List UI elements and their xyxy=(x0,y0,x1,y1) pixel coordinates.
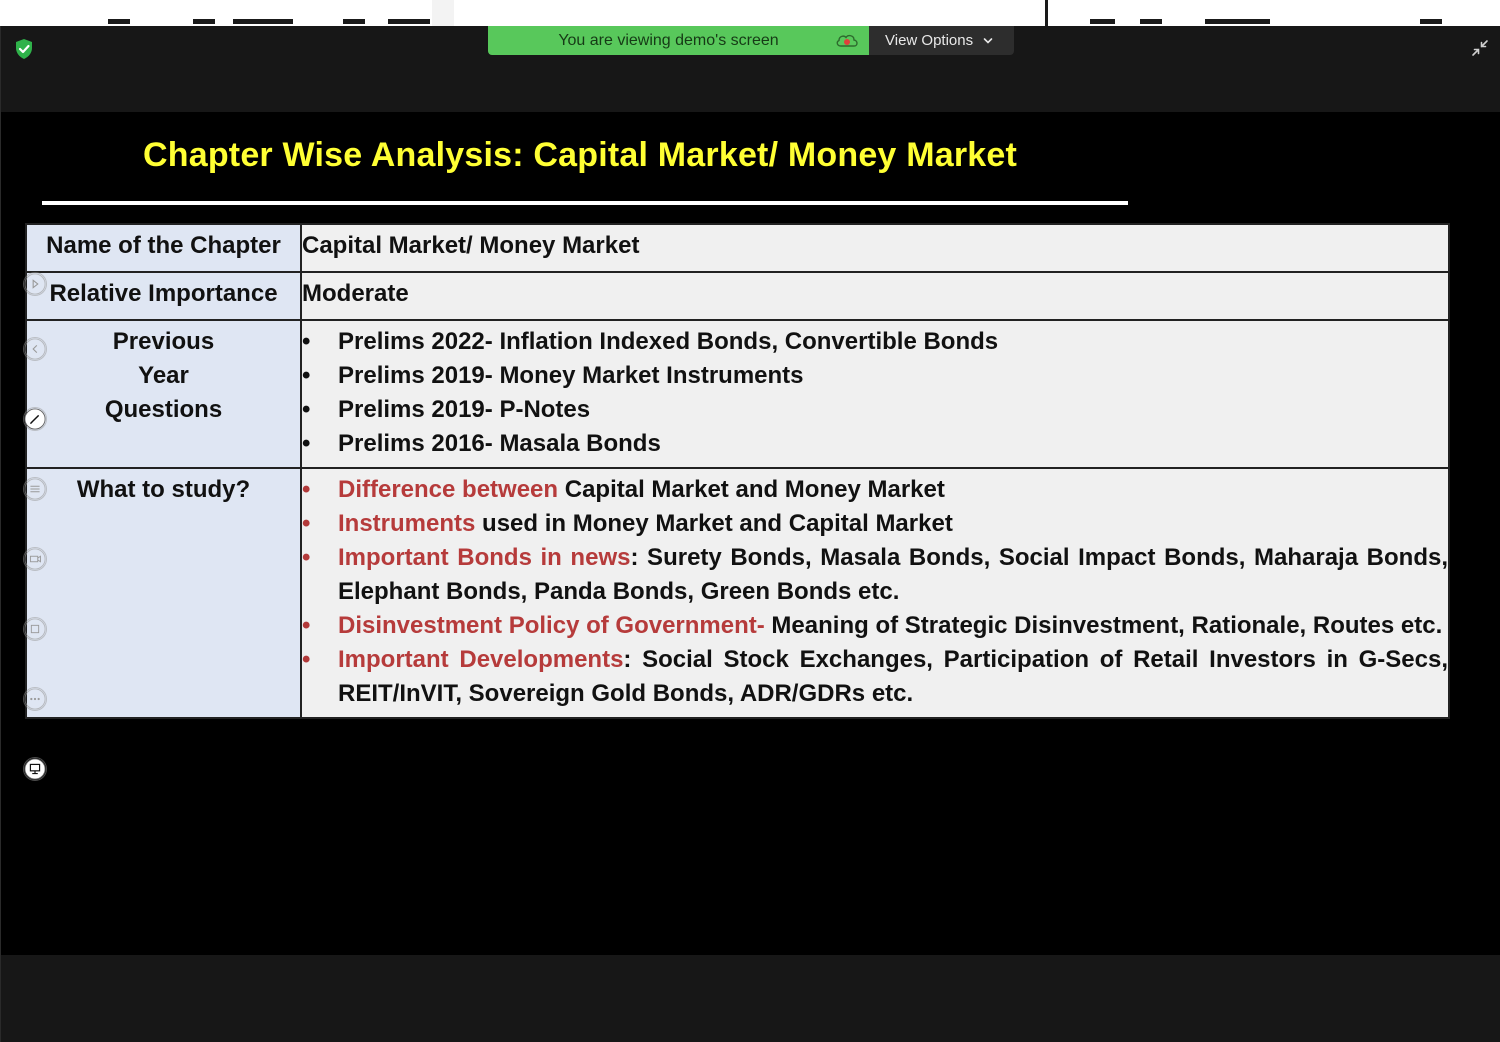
title-underline xyxy=(42,201,1128,205)
row-value: Moderate xyxy=(300,271,1450,321)
strip-mark xyxy=(1420,19,1442,24)
desktop-top-strip xyxy=(0,0,1500,26)
list-item: Instruments used in Money Market and Cap… xyxy=(302,507,1448,541)
row-value: Capital Market/ Money Market xyxy=(300,223,1450,273)
screen-share-banner: You are viewing demo's screen View Optio… xyxy=(488,26,1014,55)
row-label: What to study? xyxy=(25,467,302,719)
study-list: Difference between Capital Market and Mo… xyxy=(302,473,1448,711)
strip-mark xyxy=(343,19,365,24)
strip-mark xyxy=(193,19,215,24)
viewing-text: You are viewing demo's screen xyxy=(558,31,779,49)
view-options-label: View Options xyxy=(885,32,974,49)
row-label: Relative Importance xyxy=(25,271,302,321)
table-row: Relative Importance Moderate xyxy=(25,271,1450,321)
text-icon[interactable] xyxy=(23,477,47,501)
list-item: Important Developments: Social Stock Exc… xyxy=(302,643,1448,711)
highlight-text: Instruments xyxy=(338,510,476,537)
back-icon[interactable] xyxy=(23,337,47,361)
strip-mark xyxy=(388,19,430,24)
stamp-icon[interactable] xyxy=(23,617,47,641)
collapse-arrows-icon[interactable] xyxy=(1471,39,1489,57)
list-item: Prelims 2019- Money Market Instruments xyxy=(302,359,1448,393)
chapter-analysis-table: Name of the Chapter Capital Market/ Mone… xyxy=(25,223,1450,719)
row-label: Name of the Chapter xyxy=(25,223,302,273)
list-item: Prelims 2022- Inflation Indexed Bonds, C… xyxy=(302,325,1448,359)
shared-slide: Chapter Wise Analysis: Capital Market/ M… xyxy=(1,112,1500,955)
highlight-text: Important Developments xyxy=(338,646,624,673)
meeting-bottom-bar xyxy=(1,955,1500,1042)
table-row: Previous Year Questions Prelims 2022- In… xyxy=(25,319,1450,469)
row-value: Difference between Capital Market and Mo… xyxy=(300,467,1450,719)
viewing-indicator: You are viewing demo's screen xyxy=(488,26,869,55)
cloud-record-icon xyxy=(836,34,858,47)
list-item: Disinvestment Policy of Government- Mean… xyxy=(302,609,1448,643)
more-icon[interactable] xyxy=(23,687,47,711)
chevron-down-icon xyxy=(983,37,993,44)
highlight-text: Difference between xyxy=(338,476,559,503)
row-label-text: Previous Year Questions xyxy=(104,328,223,423)
list-item: Difference between Capital Market and Mo… xyxy=(302,473,1448,507)
highlight-text: Disinvestment Policy of Government- xyxy=(338,612,765,639)
list-item: Prelims 2019- P-Notes xyxy=(302,393,1448,427)
strip-mark xyxy=(1205,19,1270,24)
shield-check-icon[interactable] xyxy=(13,38,35,60)
row-label: Previous Year Questions xyxy=(25,319,302,469)
strip-gap xyxy=(432,0,454,26)
row-value: Prelims 2022- Inflation Indexed Bonds, C… xyxy=(300,319,1450,469)
item-text: Capital Market and Money Market xyxy=(558,476,945,503)
view-options-button[interactable]: View Options xyxy=(869,26,1014,55)
strip-mark xyxy=(1140,19,1162,24)
screen-share-window: You are viewing demo's screen View Optio… xyxy=(0,26,1500,1042)
strip-mark xyxy=(108,19,130,24)
table-row: Name of the Chapter Capital Market/ Mone… xyxy=(25,223,1450,273)
strip-mark xyxy=(1090,19,1115,24)
presenter-icon[interactable] xyxy=(23,757,47,781)
highlight-text: Important Bonds in news xyxy=(338,544,631,571)
item-text: Meaning of Strategic Disinvestment, Rati… xyxy=(764,612,1443,639)
list-item: Important Bonds in news: Surety Bonds, M… xyxy=(302,541,1448,609)
camera-icon[interactable] xyxy=(23,547,47,571)
table-row: What to study? Difference between Capita… xyxy=(25,467,1450,719)
item-text: used in Money Market and Capital Market xyxy=(475,510,953,537)
pyq-list: Prelims 2022- Inflation Indexed Bonds, C… xyxy=(302,325,1448,461)
list-item: Prelims 2016- Masala Bonds xyxy=(302,427,1448,461)
pen-icon[interactable] xyxy=(23,407,47,431)
slide-title: Chapter Wise Analysis: Capital Market/ M… xyxy=(143,136,1017,174)
strip-divider xyxy=(1045,0,1048,26)
strip-mark xyxy=(233,19,293,24)
play-icon[interactable] xyxy=(23,272,47,296)
